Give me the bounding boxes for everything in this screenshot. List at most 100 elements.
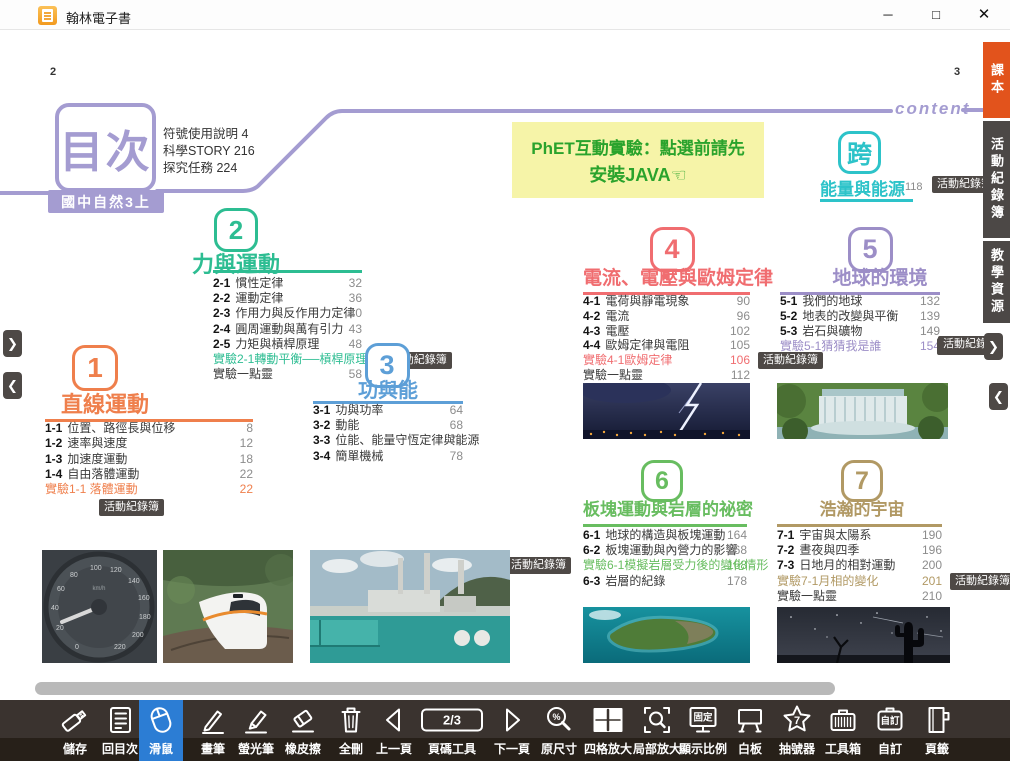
toc-item[interactable]: 2-5力矩與槓桿原理48 bbox=[213, 337, 362, 352]
phet-java-banner[interactable]: PhET互動實驗：點選前請先 安裝JAVA☜ bbox=[512, 122, 764, 198]
activity-book-badge[interactable]: 活動紀錄簿 bbox=[506, 557, 571, 574]
chapter-title[interactable]: 功與能 bbox=[358, 380, 418, 402]
toc-item[interactable]: 實驗6-1模擬岩層受力後的變化情形168活動紀錄簿 bbox=[583, 558, 747, 573]
toc-item[interactable]: 2-4圓周運動與萬有引力43 bbox=[213, 322, 362, 337]
toc-item[interactable]: 實驗一點靈210 bbox=[777, 589, 942, 604]
right-edge-back-arrow[interactable]: ❮ bbox=[989, 383, 1008, 410]
minimize-button[interactable]: ─ bbox=[866, 0, 910, 30]
chapter-title[interactable]: 直線運動 bbox=[61, 393, 149, 417]
toc-item[interactable]: 3-3位能、能量守恆定律與能源71 bbox=[313, 433, 463, 448]
chapter-1-number-badge[interactable]: 1 bbox=[72, 345, 118, 391]
toc-item[interactable]: 3-2動能68 bbox=[313, 418, 463, 433]
toc-item[interactable]: 4-3電壓102 bbox=[583, 324, 750, 339]
toc-item[interactable]: 實驗1-1 落體運動22 bbox=[45, 482, 253, 497]
toolbar-mouse-button[interactable]: 滑鼠 bbox=[139, 700, 183, 761]
prev-arrow-icon bbox=[377, 701, 411, 738]
toolbar-original-size-button[interactable]: %原尺寸 bbox=[531, 700, 587, 761]
toc-item[interactable]: 2-3作用力與反作用力定律40 bbox=[213, 306, 362, 321]
toc-item[interactable]: 6-3岩層的紀錄178 bbox=[583, 574, 747, 589]
front-matter-item[interactable]: 探究任務 224 bbox=[163, 160, 255, 177]
toc-item[interactable]: 實驗2-1轉動平衡──槓桿原理52活動紀錄簿 bbox=[213, 352, 362, 367]
toc-item[interactable]: 實驗4-1歐姆定律106活動紀錄簿 bbox=[583, 353, 750, 368]
tab-activity-book[interactable]: 活動紀錄簿 bbox=[983, 121, 1010, 238]
toc-item-label: 我們的地球 bbox=[802, 294, 862, 308]
toc-item[interactable]: 6-2板塊運動與內營力的影響168 bbox=[583, 543, 747, 558]
toc-item[interactable]: 6-1地球的構造與板塊運動164 bbox=[583, 528, 747, 543]
window-title: 翰林電子書 bbox=[66, 8, 131, 27]
toc-item[interactable]: 實驗7-1月相的變化201活動紀錄簿 bbox=[777, 574, 942, 589]
front-matter-item[interactable]: 符號使用說明 4 bbox=[163, 126, 255, 143]
toc-item-label: 實驗一點靈 bbox=[583, 368, 643, 382]
toc-item[interactable]: 1-3加速度運動18 bbox=[45, 452, 253, 467]
toolbar-button-label: 螢光筆 bbox=[238, 740, 274, 757]
toc-item[interactable]: 5-1我們的地球132 bbox=[780, 294, 940, 309]
chapter-5-number-badge[interactable]: 5 bbox=[848, 227, 893, 272]
toc-item-number: 4-1 bbox=[583, 294, 600, 308]
toc-item[interactable]: 5-2地表的改變與平衡139 bbox=[780, 309, 940, 324]
toc-item[interactable]: 3-1功與功率64 bbox=[313, 403, 463, 418]
toc-item[interactable]: 2-2運動定律36 bbox=[213, 291, 362, 306]
tab-textbook[interactable]: 課本 bbox=[983, 42, 1010, 118]
front-matter-item[interactable]: 科學STORY 216 bbox=[163, 143, 255, 160]
activity-book-badge[interactable]: 活動紀錄簿 bbox=[99, 499, 164, 516]
cross-unit-title[interactable]: 能量與能源 bbox=[820, 175, 905, 200]
toc-edition-badge: 國中自然3上 bbox=[48, 190, 164, 213]
toc-item[interactable]: 7-3日地月的相對運動200 bbox=[777, 558, 942, 573]
toolbar-quad-zoom-button[interactable]: 四格放大 bbox=[580, 700, 636, 761]
maximize-button[interactable]: □ bbox=[914, 0, 958, 30]
toc-item[interactable]: 4-2電流96 bbox=[583, 309, 750, 324]
left-edge-back-arrow[interactable]: ❮ bbox=[3, 372, 22, 399]
left-edge-forward-arrow[interactable]: ❯ bbox=[3, 330, 22, 357]
tab-teaching-resources[interactable]: 教學資源 bbox=[983, 241, 1010, 323]
cross-unit-number-badge[interactable]: 跨 bbox=[838, 131, 881, 174]
toc-item[interactable]: 4-4歐姆定律與電阻105 bbox=[583, 338, 750, 353]
activity-book-badge[interactable]: 活動紀錄簿 bbox=[758, 352, 823, 369]
toc-item[interactable]: 1-2速率與速度12 bbox=[45, 436, 253, 451]
toc-item-number: 7-1 bbox=[777, 528, 794, 542]
horizontal-scrollbar-thumb[interactable] bbox=[35, 682, 835, 695]
close-button[interactable]: ✕ bbox=[962, 0, 1006, 30]
svg-text:200: 200 bbox=[132, 632, 144, 639]
toc-item-page: 201 bbox=[922, 574, 942, 589]
chapter-title[interactable]: 板塊運動與岩層的祕密 bbox=[583, 501, 753, 520]
toc-item-number: 3-2 bbox=[313, 418, 330, 432]
chapter-title[interactable]: 電流、電壓與歐姆定律 bbox=[583, 269, 773, 290]
toolbar-page-tabs-button[interactable]: 頁籤 bbox=[909, 700, 965, 761]
toc-item-label: 實驗一點靈 bbox=[213, 367, 273, 381]
toc-item[interactable]: 5-3岩石與礦物149 bbox=[780, 324, 940, 339]
toc-item[interactable]: 2-1慣性定律32 bbox=[213, 276, 362, 291]
chapter-title[interactable]: 浩瀚的宇宙 bbox=[820, 501, 905, 520]
svg-text:180: 180 bbox=[139, 614, 151, 621]
toc-item[interactable]: 1-4自由落體運動22 bbox=[45, 467, 253, 482]
toc-item-page: 48 bbox=[349, 337, 362, 352]
toc-item[interactable]: 1-1位置、路徑長與位移8 bbox=[45, 421, 253, 436]
toc-item[interactable]: 7-2晝夜與四季196 bbox=[777, 543, 942, 558]
toc-item-number: 1-1 bbox=[45, 421, 62, 435]
toolbar-prev-page-button[interactable]: 上一頁 bbox=[366, 700, 422, 761]
chapter-item-list: 3-1功與功率643-2動能683-3位能、能量守恆定律與能源713-4簡單機械… bbox=[313, 403, 463, 464]
usb-save-icon bbox=[58, 701, 92, 738]
chapter-title[interactable]: 地球的環境 bbox=[832, 269, 927, 290]
toc-item[interactable]: 實驗一點靈58 bbox=[213, 367, 362, 382]
chapter-4-number-badge[interactable]: 4 bbox=[650, 227, 695, 272]
chapter-item-list: 6-1地球的構造與板塊運動1646-2板塊運動與內營力的影響168實驗6-1模擬… bbox=[583, 528, 747, 589]
display-ratio-icon: 固定 bbox=[686, 701, 720, 738]
chapter-item-list: 2-1慣性定律322-2運動定律362-3作用力與反作用力定律402-4圓周運動… bbox=[213, 276, 362, 382]
toolbar-button-label: 回目次 bbox=[102, 740, 138, 757]
toc-item[interactable]: 4-1電荷與靜電現象90 bbox=[583, 294, 750, 309]
chapter-title[interactable]: 力與運動 bbox=[192, 253, 280, 277]
toc-item-page: 96 bbox=[737, 309, 750, 324]
chapter-7-number-badge[interactable]: 7 bbox=[841, 460, 883, 502]
toolbar-page-number-tool-button[interactable]: 2/3頁碼工具 bbox=[417, 700, 487, 761]
ebook-window: 翰林電子書 ─ □ ✕ 2 3 目次 國中自然3上 符號使用說明 4 科學STO… bbox=[0, 0, 1010, 761]
chapter-2-number-badge[interactable]: 2 bbox=[214, 208, 258, 252]
toc-item-page: 168 bbox=[727, 543, 747, 558]
toc-item[interactable]: 7-1宇宙與太陽系190 bbox=[777, 528, 942, 543]
right-edge-forward-arrow[interactable]: ❯ bbox=[984, 333, 1003, 360]
chapter-6-number-badge[interactable]: 6 bbox=[641, 460, 683, 502]
activity-book-badge[interactable]: 活動紀錄簿 bbox=[950, 573, 1010, 590]
toc-item[interactable]: 實驗一點靈112 bbox=[583, 368, 750, 383]
toc-item-label: 岩石與礦物 bbox=[802, 324, 862, 338]
toc-item[interactable]: 3-4簡單機械78 bbox=[313, 449, 463, 464]
toc-item[interactable]: 實驗5-1猜猜我是誰154活動紀錄簿 bbox=[780, 339, 940, 354]
